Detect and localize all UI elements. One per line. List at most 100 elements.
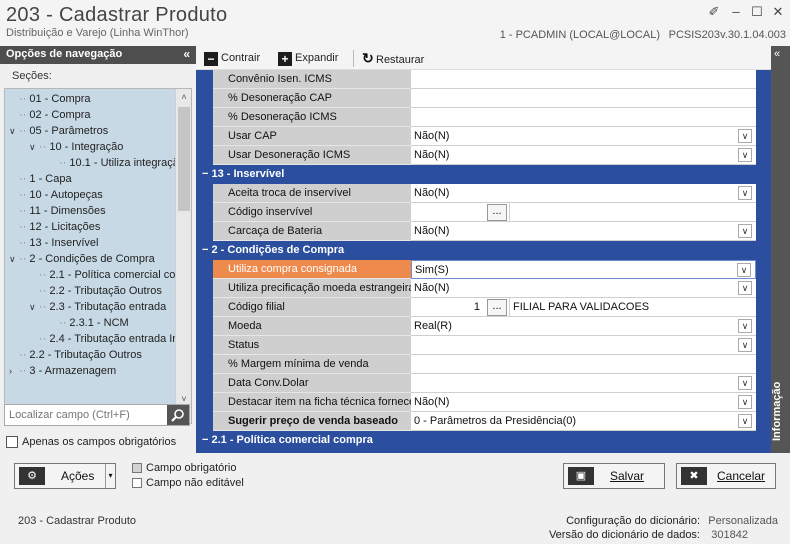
property-value[interactable] <box>411 355 756 374</box>
actions-button[interactable]: ⚙ Ações ▾ <box>14 463 116 489</box>
tree-item[interactable]: ·· 2.3.1 - NCM <box>49 315 129 331</box>
property-value[interactable]: Real(R) ∨ <box>411 317 756 336</box>
edit-icon[interactable]: ✐ <box>706 4 722 20</box>
tree-connector: ·· <box>19 125 30 137</box>
tree-item[interactable]: ·· 13 - Inservível <box>9 235 98 251</box>
restore-button[interactable]: ↻ Restaurar <box>362 50 424 67</box>
tree-item[interactable]: ∨ ·· 2.3 - Tributação entrada <box>29 299 166 315</box>
maximize-icon[interactable]: ☐ <box>749 4 765 20</box>
tree-scroll-thumb[interactable] <box>178 107 190 211</box>
tree-item[interactable]: ∨ ·· 05 - Parâmetros <box>9 123 108 139</box>
chevron-down-icon[interactable]: ∨ <box>738 319 752 333</box>
save-label: Salvar <box>610 469 645 483</box>
property-label: Utiliza compra consignada <box>213 260 411 279</box>
minimize-icon[interactable]: – <box>728 4 744 20</box>
section-title: 2.1 - Política comercial compra <box>211 434 373 446</box>
tree-collapse-icon[interactable]: ∨ <box>29 299 39 315</box>
property-value[interactable]: Não(N) ∨ <box>411 222 756 241</box>
tree-item-label: 2.1 - Política comercial com <box>49 269 175 281</box>
tree-item[interactable]: ∨ ·· 10 - Integração <box>29 139 123 155</box>
section-header[interactable]: − 2.1 - Política comercial compra <box>196 431 771 450</box>
chevron-down-icon[interactable]: ∨ <box>738 224 752 238</box>
property-value[interactable]: ∨ <box>411 374 756 393</box>
tree-vertical-scrollbar[interactable]: ˄ ˅ <box>175 89 191 407</box>
tree-item-label: 10.1 - Utiliza integração <box>69 157 175 169</box>
property-value[interactable]: Não(N) ∨ <box>411 146 756 165</box>
chevron-down-icon[interactable]: ∨ <box>738 281 752 295</box>
tree-item[interactable]: ∨ ·· 2 - Condições de Compra <box>9 251 155 267</box>
property-value[interactable]: Não(N) ∨ <box>411 279 756 298</box>
tree-item-label: 10 - Integração <box>49 141 124 153</box>
property-row: Utiliza compra consignada Sim(S) ∨ <box>196 260 771 279</box>
property-value[interactable]: Não(N) ∨ <box>411 127 756 146</box>
expand-button[interactable]: + Expandir <box>278 50 338 67</box>
property-value-text: Não(N) <box>414 130 450 142</box>
chevron-down-icon[interactable]: ∨ <box>738 376 752 390</box>
chevron-down-icon[interactable]: ∨ <box>738 414 752 428</box>
search-input[interactable] <box>5 405 167 425</box>
property-value[interactable]: 0 - Parâmetros da Presidência(0) ∨ <box>411 412 756 431</box>
section-tree[interactable]: ·· 01 - Compra ·· 02 - Compra ∨ ·· 05 - Par… <box>4 88 192 424</box>
chevron-down-icon[interactable]: ∨ <box>738 338 752 352</box>
chevron-down-icon[interactable]: ∨ <box>738 395 752 409</box>
property-value[interactable]: Não(N) ∨ <box>411 184 756 203</box>
property-row: Utiliza precificação moeda estrangeira Nã… <box>196 279 771 298</box>
tree-item-label: 2 - Condições de Compra <box>29 253 155 265</box>
property-value[interactable] <box>411 70 756 89</box>
cancel-button[interactable]: ✖ Cancelar <box>676 463 776 489</box>
tree-collapse-icon[interactable]: ∨ <box>9 123 19 139</box>
tree-item[interactable]: ·· 2.2 - Tributação Outros <box>9 347 142 363</box>
property-value[interactable]: ... <box>411 203 756 222</box>
chevron-down-icon[interactable]: ▾ <box>105 464 115 488</box>
search-icon[interactable] <box>167 405 189 425</box>
property-value[interactable]: ∨ <box>411 336 756 355</box>
tree-item[interactable]: ·· 2.4 - Tributação entrada In <box>29 331 175 347</box>
tree-item[interactable]: › ·· 3 - Armazenagem <box>9 363 116 379</box>
property-value[interactable] <box>411 89 756 108</box>
property-label: Sugerir preço de venda baseado <box>213 412 411 431</box>
tree-connector: ·· <box>19 349 30 361</box>
mandatory-only-label: Apenas os campos obrigatórios <box>22 436 177 448</box>
tree-item[interactable]: ·· 12 - Licitações <box>9 219 100 235</box>
property-value[interactable]: 1... FILIAL PARA VALIDACOES <box>411 298 756 317</box>
property-value[interactable] <box>411 108 756 127</box>
property-row: Moeda Real(R) ∨ <box>196 317 771 336</box>
collapse-panel-icon[interactable]: « <box>183 47 190 61</box>
section-header[interactable]: − 13 - Inservível <box>196 165 771 184</box>
tree-expand-icon[interactable]: › <box>9 363 19 379</box>
property-value-text: Não(N) <box>414 225 450 237</box>
tree-item[interactable]: ·· 11 - Dimensões <box>9 203 106 219</box>
mandatory-only-checkbox[interactable] <box>6 436 18 448</box>
close-icon[interactable]: ✕ <box>770 4 786 20</box>
save-button[interactable]: ▣ Salvar <box>563 463 665 489</box>
property-label: % Desoneração CAP <box>213 89 411 108</box>
tree-item[interactable]: ·· 10 - Autopeças <box>9 187 103 203</box>
property-label: % Desoneração ICMS <box>213 108 411 127</box>
tree-item[interactable]: ·· 02 - Compra <box>9 107 91 123</box>
chevron-down-icon[interactable]: ∨ <box>738 148 752 162</box>
tree-item[interactable]: ·· 2.1 - Política comercial com <box>29 267 175 283</box>
lookup-button[interactable]: ... <box>487 299 507 316</box>
info-panel[interactable]: « Informação <box>771 46 790 453</box>
lookup-button[interactable]: ... <box>487 204 507 221</box>
tree-collapse-icon[interactable]: ∨ <box>9 251 19 267</box>
tree-item[interactable]: ·· 01 - Compra <box>9 91 91 107</box>
tree-collapse-icon[interactable]: ∨ <box>29 139 39 155</box>
tree-item-label: 2.2 - Tributação Outros <box>49 285 162 297</box>
chevron-down-icon[interactable]: ∨ <box>738 129 752 143</box>
tree-item[interactable]: ·· 2.2 - Tributação Outros <box>29 283 162 299</box>
tree-connector: ·· <box>19 237 30 249</box>
property-value[interactable]: Sim(S) ∨ <box>411 260 756 279</box>
expand-info-icon[interactable]: « <box>774 48 780 60</box>
scroll-up-icon[interactable]: ˄ <box>176 89 191 105</box>
bottom-bar: ⚙ Ações ▾ Campo obrigatório Campo não ed… <box>0 453 790 544</box>
chevron-down-icon[interactable]: ∨ <box>737 263 751 277</box>
tree-item[interactable]: ·· 1 - Capa <box>9 171 72 187</box>
collapse-button[interactable]: − Contrair <box>204 50 260 67</box>
property-label: Código filial <box>213 298 411 317</box>
tree-item[interactable]: ·· 10.1 - Utiliza integração <box>49 155 175 171</box>
chevron-down-icon[interactable]: ∨ <box>738 186 752 200</box>
property-value[interactable]: Não(N) ∨ <box>411 393 756 412</box>
property-row: Aceita troca de inservível Não(N) ∨ <box>196 184 771 203</box>
section-header[interactable]: − 2 - Condições de Compra <box>196 241 771 260</box>
